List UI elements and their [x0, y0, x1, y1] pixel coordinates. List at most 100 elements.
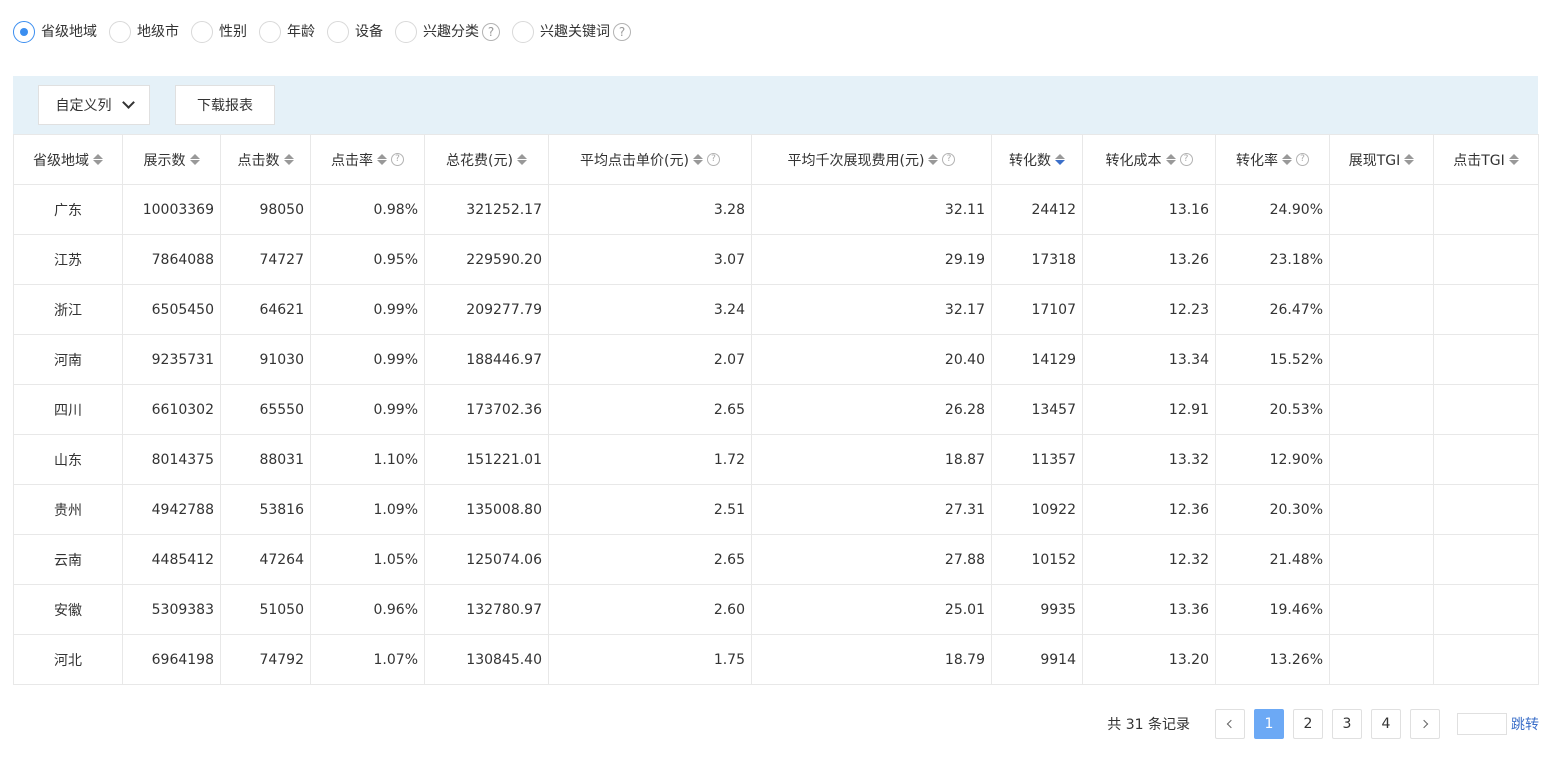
- table-cell: 188446.97: [424, 334, 549, 385]
- column-header[interactable]: 点击率?: [310, 134, 425, 185]
- sort-asc-icon: [1282, 154, 1292, 159]
- sort-icon[interactable]: [516, 154, 527, 165]
- table-cell: 2.65: [548, 384, 752, 435]
- radio-option-4[interactable]: 设备: [327, 21, 383, 43]
- chevron-left-icon: [1226, 719, 1236, 729]
- total-records: 共 31 条记录: [1107, 717, 1190, 733]
- radio-circle-icon[interactable]: [512, 21, 534, 43]
- help-icon[interactable]: ?: [391, 153, 404, 166]
- radio-circle-icon[interactable]: [13, 21, 35, 43]
- report-table: 省级地域 展示数 点击数 点击率? 总花费(元) 平均点击单价(元)? 平均千次展现费用(元…: [13, 134, 1539, 685]
- next-page-button[interactable]: [1410, 709, 1440, 739]
- radio-circle-icon[interactable]: [327, 21, 349, 43]
- column-header[interactable]: 展示数: [122, 134, 221, 185]
- download-report-button[interactable]: 下载报表: [175, 85, 275, 125]
- help-icon[interactable]: ?: [942, 153, 956, 166]
- page-button[interactable]: 2: [1293, 709, 1323, 739]
- radio-option-3[interactable]: 年龄: [259, 21, 315, 43]
- sort-asc-icon: [93, 154, 103, 159]
- custom-columns-dropdown[interactable]: 自定义列: [38, 85, 150, 125]
- radio-circle-icon[interactable]: [259, 21, 281, 43]
- column-header[interactable]: 总花费(元): [424, 134, 549, 185]
- help-icon[interactable]: ?: [1296, 153, 1309, 166]
- table-cell: 1.07%: [310, 634, 425, 685]
- radio-option-5[interactable]: 兴趣分类?: [395, 21, 500, 43]
- column-header[interactable]: 展现TGI: [1329, 134, 1434, 185]
- table-cell: 7864088: [122, 234, 221, 285]
- sort-icon[interactable]: [1055, 154, 1065, 165]
- column-header[interactable]: 平均点击单价(元)?: [548, 134, 752, 185]
- table-cell: 18.79: [751, 634, 992, 685]
- table-row: 云南 4485412 47264 1.05% 125074.06 2.65 27.88 101…: [13, 534, 1539, 585]
- column-header[interactable]: 转化率?: [1215, 134, 1330, 185]
- column-header[interactable]: 点击TGI: [1433, 134, 1539, 185]
- table-cell: 24.90%: [1215, 184, 1330, 235]
- table-cell: [1329, 484, 1434, 535]
- table-cell: [1329, 634, 1434, 685]
- help-icon[interactable]: ?: [706, 153, 720, 166]
- sort-icon[interactable]: [189, 154, 200, 165]
- radio-option-0[interactable]: 省级地域: [13, 21, 97, 43]
- column-header-label: 转化数: [1009, 152, 1051, 169]
- column-header[interactable]: 转化成本?: [1082, 134, 1216, 185]
- sort-icon[interactable]: [928, 154, 939, 165]
- sort-asc-icon: [283, 154, 294, 159]
- table-cell: 32.17: [751, 284, 992, 335]
- table-cell: 0.99%: [310, 284, 425, 335]
- help-icon[interactable]: ?: [1179, 153, 1193, 166]
- table-cell: [1433, 534, 1539, 585]
- sort-icon[interactable]: [1404, 154, 1415, 165]
- sort-icon[interactable]: [377, 154, 387, 165]
- table-cell: 1.72: [548, 434, 752, 485]
- column-header-label: 省级地域: [33, 152, 89, 169]
- column-header[interactable]: 转化数: [991, 134, 1083, 185]
- sort-icon[interactable]: [1508, 154, 1519, 165]
- table-cell: 1.05%: [310, 534, 425, 585]
- sort-asc-icon: [1404, 154, 1415, 159]
- table-cell: 13.36: [1082, 584, 1216, 635]
- table-cell: 47264: [220, 534, 311, 585]
- sort-desc-icon: [516, 160, 527, 165]
- page-button[interactable]: 1: [1254, 709, 1284, 739]
- table-cell: 74792: [220, 634, 311, 685]
- table-toolbar: 自定义列 下载报表: [13, 76, 1538, 134]
- sort-icon[interactable]: [93, 154, 103, 165]
- table-cell: [1433, 234, 1539, 285]
- page-jump-input[interactable]: [1457, 713, 1507, 735]
- table-cell: 20.53%: [1215, 384, 1330, 435]
- sort-asc-icon: [516, 154, 527, 159]
- table-cell: 10003369: [122, 184, 221, 235]
- radio-circle-icon[interactable]: [191, 21, 213, 43]
- radio-label: 地级市: [137, 24, 179, 40]
- table-cell: 2.65: [548, 534, 752, 585]
- sort-icon[interactable]: [692, 154, 703, 165]
- table-cell: 321252.17: [424, 184, 549, 235]
- table-cell: 13.32: [1082, 434, 1216, 485]
- help-icon[interactable]: ?: [613, 23, 631, 41]
- table-row: 贵州 4942788 53816 1.09% 135008.80 2.51 27.31 109…: [13, 484, 1539, 535]
- table-cell: 27.88: [751, 534, 992, 585]
- page-jump-button[interactable]: 跳转: [1511, 714, 1539, 734]
- column-header[interactable]: 点击数: [220, 134, 311, 185]
- prev-page-button[interactable]: [1215, 709, 1245, 739]
- help-icon[interactable]: ?: [482, 23, 500, 41]
- table-cell: [1329, 284, 1434, 335]
- radio-circle-icon[interactable]: [395, 21, 417, 43]
- table-cell: 91030: [220, 334, 311, 385]
- radio-circle-icon[interactable]: [109, 21, 131, 43]
- radio-option-2[interactable]: 性别: [191, 21, 247, 43]
- sort-icon[interactable]: [1165, 154, 1176, 165]
- sort-icon[interactable]: [283, 154, 294, 165]
- radio-option-1[interactable]: 地级市: [109, 21, 179, 43]
- table-cell: 24412: [991, 184, 1083, 235]
- page-button[interactable]: 3: [1332, 709, 1362, 739]
- radio-option-6[interactable]: 兴趣关键词?: [512, 21, 631, 43]
- column-header-content: 转化数: [1009, 150, 1065, 170]
- sort-icon[interactable]: [1282, 154, 1292, 165]
- page-button[interactable]: 4: [1371, 709, 1401, 739]
- table-cell: 13.34: [1082, 334, 1216, 385]
- column-header[interactable]: 省级地域: [13, 134, 123, 185]
- column-header[interactable]: 平均千次展现费用(元)?: [751, 134, 992, 185]
- table-cell: [1433, 434, 1539, 485]
- table-cell: 1.75: [548, 634, 752, 685]
